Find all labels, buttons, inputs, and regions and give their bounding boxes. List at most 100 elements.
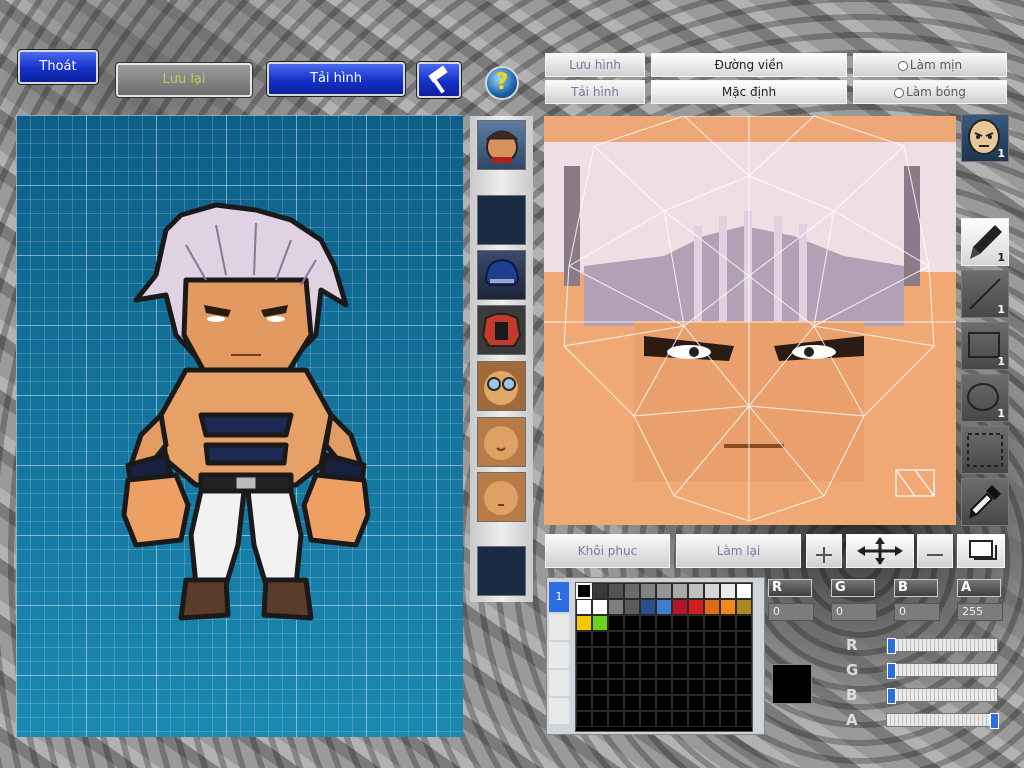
palette-swatch[interactable]	[704, 647, 720, 663]
smooth-radio[interactable]	[897, 60, 908, 71]
slot-helmet[interactable]	[477, 250, 526, 300]
zoom-in-button[interactable]	[806, 534, 842, 568]
selection-tool[interactable]	[961, 426, 1009, 474]
palette-swatch[interactable]	[736, 615, 752, 631]
palette-swatch[interactable]	[608, 711, 624, 727]
palette-swatch[interactable]	[640, 631, 656, 647]
palette-swatch[interactable]	[688, 663, 704, 679]
palette-swatch[interactable]	[592, 679, 608, 695]
zoom-out-button[interactable]	[917, 534, 953, 568]
palette-swatch[interactable]	[736, 599, 752, 615]
palette-swatch[interactable]	[688, 631, 704, 647]
palette-swatch[interactable]	[576, 599, 592, 615]
palette-swatch[interactable]	[672, 679, 688, 695]
layer-toggle-button[interactable]	[957, 534, 1005, 568]
palette-swatch[interactable]	[704, 599, 720, 615]
palette-swatch[interactable]	[576, 695, 592, 711]
exit-button[interactable]: Thoát	[17, 49, 99, 85]
palette-swatch[interactable]	[672, 583, 688, 599]
palette-swatch[interactable]	[688, 695, 704, 711]
green-value-field[interactable]: 0	[831, 603, 877, 621]
load-image-button[interactable]: Tải hình	[545, 80, 645, 104]
palette-swatch[interactable]	[576, 663, 592, 679]
palette-swatch[interactable]	[688, 615, 704, 631]
palette-swatch[interactable]	[608, 663, 624, 679]
blue-slider[interactable]	[886, 688, 998, 704]
palette-swatch[interactable]	[592, 631, 608, 647]
save-image-button[interactable]: Lưu hình	[545, 53, 645, 77]
palette-tab-active[interactable]: 1	[549, 582, 569, 612]
palette-swatch[interactable]	[656, 615, 672, 631]
palette-swatch[interactable]	[608, 583, 624, 599]
palette-swatch[interactable]	[640, 615, 656, 631]
help-button[interactable]: ?	[485, 66, 519, 100]
palette-swatch[interactable]	[576, 711, 592, 727]
palette-swatch[interactable]	[704, 679, 720, 695]
palette-swatch[interactable]	[672, 647, 688, 663]
red-value-field[interactable]: 0	[768, 603, 814, 621]
slot-face-mask[interactable]	[477, 361, 526, 411]
palette-swatch[interactable]	[608, 599, 624, 615]
alpha-slider[interactable]	[886, 713, 999, 729]
reload-image-button[interactable]: Tải hình	[266, 61, 406, 97]
palette-swatch[interactable]	[704, 583, 720, 599]
palette-swatch[interactable]	[640, 711, 656, 727]
eyedropper-tool[interactable]	[961, 478, 1009, 526]
palette-swatch[interactable]	[624, 663, 640, 679]
palette-swatch[interactable]	[688, 679, 704, 695]
palette-swatch[interactable]	[656, 583, 672, 599]
palette-tab[interactable]	[549, 614, 569, 640]
palette-swatch[interactable]	[640, 679, 656, 695]
palette-swatch[interactable]	[576, 631, 592, 647]
palette-swatch[interactable]	[688, 647, 704, 663]
palette-swatch[interactable]	[720, 647, 736, 663]
palette-swatch[interactable]	[704, 695, 720, 711]
palette-swatch[interactable]	[656, 679, 672, 695]
palette-swatch[interactable]	[656, 599, 672, 615]
palette-swatch[interactable]	[736, 647, 752, 663]
palette-swatch[interactable]	[656, 647, 672, 663]
shade-option[interactable]: Làm bóng	[853, 80, 1007, 104]
palette-swatch[interactable]	[608, 647, 624, 663]
blue-slider-handle[interactable]	[887, 688, 896, 704]
palette-swatch[interactable]	[608, 679, 624, 695]
palette-tab[interactable]	[549, 642, 569, 668]
palette-swatch[interactable]	[624, 711, 640, 727]
palette-swatch[interactable]	[624, 647, 640, 663]
texture-edit-canvas[interactable]	[544, 116, 956, 525]
palette-swatch[interactable]	[640, 647, 656, 663]
palette-swatch[interactable]	[688, 711, 704, 727]
palette-swatch[interactable]	[592, 583, 608, 599]
palette-swatch[interactable]	[624, 599, 640, 615]
palette-swatch[interactable]	[592, 647, 608, 663]
palette-swatch[interactable]	[576, 583, 592, 599]
palette-swatch[interactable]	[624, 615, 640, 631]
palette-swatch[interactable]	[624, 631, 640, 647]
palette-grid[interactable]	[575, 582, 753, 732]
green-slider-handle[interactable]	[887, 663, 896, 679]
save-button[interactable]: Lưu lại	[115, 62, 253, 98]
palette-swatch[interactable]	[720, 695, 736, 711]
palette-swatch[interactable]	[576, 647, 592, 663]
redo-button[interactable]: Làm lại	[676, 534, 801, 568]
palette-swatch[interactable]	[608, 631, 624, 647]
palette-swatch[interactable]	[720, 599, 736, 615]
palette-swatch[interactable]	[640, 663, 656, 679]
palette-swatch[interactable]	[656, 663, 672, 679]
green-slider[interactable]	[886, 663, 998, 679]
palette-swatch[interactable]	[736, 695, 752, 711]
palette-swatch[interactable]	[640, 695, 656, 711]
face-select-tool[interactable]: 1	[961, 114, 1009, 162]
palette-swatch[interactable]	[624, 583, 640, 599]
palette-swatch[interactable]	[704, 615, 720, 631]
palette-swatch[interactable]	[720, 631, 736, 647]
red-slider-handle[interactable]	[887, 638, 896, 654]
palette-swatch[interactable]	[736, 583, 752, 599]
palette-swatch[interactable]	[720, 615, 736, 631]
red-slider[interactable]	[886, 638, 998, 654]
palette-swatch[interactable]	[672, 711, 688, 727]
palette-swatch[interactable]	[624, 695, 640, 711]
palette-swatch[interactable]	[640, 599, 656, 615]
palette-swatch[interactable]	[720, 679, 736, 695]
alpha-value-field[interactable]: 255	[957, 603, 1003, 621]
